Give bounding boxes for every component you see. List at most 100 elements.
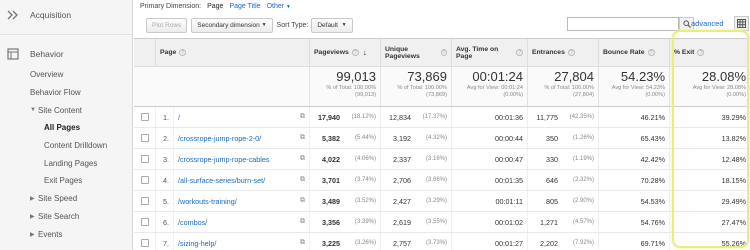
- help-icon[interactable]: ?: [697, 49, 705, 56]
- open-page-icon[interactable]: ⧉: [300, 113, 305, 121]
- help-icon[interactable]: ?: [516, 49, 523, 56]
- behavior-icon: [6, 47, 20, 61]
- table-header: Page? Pageviews? ↓ Unique Pageviews? Avg.…: [134, 38, 750, 67]
- sidebar-item-events[interactable]: ▶ Events: [0, 225, 132, 243]
- sidebar-section-acquisition[interactable]: Acquisition: [0, 4, 132, 26]
- help-icon[interactable]: ?: [440, 49, 447, 56]
- row-number: 6.: [156, 212, 174, 232]
- sidebar-item-exit-pages[interactable]: Exit Pages: [0, 172, 132, 190]
- sidebar-item-all-pages[interactable]: All Pages: [0, 119, 132, 137]
- sidebar-item-label: Content Drilldown: [44, 141, 108, 151]
- total-avg-time: 00:01:24 Avg for View: 00:01:24 (0.00%): [452, 67, 528, 106]
- secondary-dimension-label: Secondary dimension: [197, 21, 260, 29]
- open-page-icon[interactable]: ⧉: [300, 155, 305, 163]
- row-pageviews-pct: (3.52%): [354, 198, 376, 204]
- row-page-cell: /workouts-training/⧉: [174, 191, 310, 211]
- help-icon[interactable]: ?: [647, 49, 655, 56]
- row-page-link[interactable]: /all-surface-series/burn-set/: [178, 176, 300, 185]
- sidebar-item-site-search[interactable]: ▶ Site Search: [0, 208, 132, 226]
- help-icon[interactable]: ?: [567, 49, 575, 56]
- dimension-other-label: Other: [266, 2, 285, 10]
- row-number: 4.: [156, 170, 174, 190]
- open-page-icon[interactable]: ⧉: [300, 134, 305, 142]
- total-entrances: 27,804% of Total: 100.00% (27,804): [528, 67, 599, 106]
- header-unique-pageviews[interactable]: Unique Pageviews?: [381, 39, 452, 66]
- row-entrances: 11,775 (42.35%): [528, 107, 599, 127]
- row-page-link[interactable]: /sizing-help/: [178, 239, 300, 248]
- row-page-cell: /crossrope-jump-rope-cables ⧉: [174, 149, 310, 169]
- total-unique-sub: % of Total: 100.00% (73,869): [397, 85, 447, 98]
- sidebar-item-landing-pages[interactable]: Landing Pages: [0, 154, 132, 172]
- sidebar-item-content-drilldown[interactable]: Content Drilldown: [0, 137, 132, 155]
- sort-arrow-down-icon: ↓: [362, 48, 367, 57]
- sidebar-item-overview[interactable]: Overview: [0, 66, 132, 84]
- advanced-filter-link[interactable]: advanced: [691, 19, 724, 28]
- sort-type-value: Default: [317, 21, 338, 29]
- table-row: 2. /crossrope-jump-rope-2-0/⧉ 5,382 (5.44…: [134, 128, 750, 149]
- header-avg-time[interactable]: Avg. Time on Page?: [452, 39, 528, 66]
- row-pageviews: 3,701 (3.74%): [310, 170, 381, 190]
- row-entrances-pct: (2.90%): [572, 198, 594, 204]
- row-page-link[interactable]: /crossrope-jump-rope-2-0/: [178, 134, 300, 143]
- dimension-other[interactable]: Other ▼: [267, 3, 291, 10]
- header-page[interactable]: Page?: [156, 39, 310, 66]
- row-page-cell: /crossrope-jump-rope-2-0/⧉: [174, 128, 310, 148]
- triangle-down-icon: ▼: [30, 107, 36, 114]
- row-exit: 27.47%: [721, 217, 746, 227]
- header-entrances[interactable]: Entrances?: [528, 39, 599, 66]
- sidebar-behavior-label: Behavior: [30, 49, 64, 59]
- row-checkbox[interactable]: [140, 218, 149, 226]
- row-checkbox[interactable]: [140, 113, 149, 121]
- row-page-cell: /all-surface-series/burn-set/⧉: [174, 170, 310, 190]
- row-avg-time: 00:01:27: [452, 233, 528, 250]
- row-page-link[interactable]: /combos/: [178, 218, 300, 227]
- sort-type-dropdown[interactable]: Default ▼: [311, 17, 353, 33]
- sidebar-item-site-speed[interactable]: ▶ Site Speed: [0, 190, 132, 208]
- open-page-icon[interactable]: ⧉: [300, 239, 305, 247]
- row-page-link[interactable]: /crossrope-jump-rope-cables: [178, 155, 300, 164]
- header-bounce-rate[interactable]: Bounce Rate?: [599, 39, 670, 66]
- table-view-icon[interactable]: [734, 16, 749, 31]
- row-unique-pct: (3.29%): [425, 198, 447, 204]
- table-row: 1. / ⧉ 17,940 (18.12%) 12,834 (17.37%) 00:0…: [134, 107, 750, 128]
- table-row: 4. /all-surface-series/burn-set/⧉ 3,701 (…: [134, 170, 750, 191]
- triangle-right-icon: ▶: [30, 196, 35, 203]
- row-checkbox[interactable]: [140, 134, 149, 142]
- open-page-icon[interactable]: ⧉: [300, 197, 305, 205]
- table-search-input[interactable]: [567, 17, 694, 31]
- total-pageviews-value: 99,013: [336, 69, 376, 84]
- help-icon[interactable]: ?: [179, 49, 187, 56]
- sidebar-section-behavior[interactable]: Behavior: [0, 43, 132, 65]
- row-entrances: 805 (2.90%): [528, 191, 599, 211]
- header-exit[interactable]: % Exit?: [670, 39, 750, 66]
- row-unique-pct: (3.73%): [425, 240, 447, 246]
- row-bounce-rate: 42.42%: [599, 149, 670, 169]
- row-checkbox[interactable]: [140, 176, 149, 184]
- header-select-all: [134, 39, 156, 66]
- row-checkbox[interactable]: [140, 197, 149, 205]
- help-icon[interactable]: ?: [351, 49, 359, 56]
- header-pageviews[interactable]: Pageviews? ↓: [310, 39, 381, 66]
- row-page-link[interactable]: /: [178, 113, 300, 122]
- row-checkbox[interactable]: [140, 155, 149, 163]
- row-entrances-value: 805: [546, 196, 558, 206]
- plot-rows-button[interactable]: Plot Rows: [146, 17, 188, 33]
- header-entrances-label: Entrances: [532, 49, 565, 56]
- sidebar-item-site-content[interactable]: ▼ Site Content: [0, 101, 132, 119]
- table-body: 1. / ⧉ 17,940 (18.12%) 12,834 (17.37%) 00:0…: [134, 107, 750, 250]
- row-bounce-rate: 70.28%: [599, 170, 670, 190]
- sidebar-item-behavior-flow[interactable]: Behavior Flow: [0, 84, 132, 102]
- dimension-page[interactable]: Page: [207, 3, 223, 10]
- row-bounce-rate: 54.53%: [599, 191, 670, 211]
- header-unique-label: Unique Pageviews: [385, 45, 420, 60]
- row-entrances-pct: (1.26%): [572, 135, 594, 141]
- row-page-link[interactable]: /workouts-training/: [178, 197, 300, 206]
- row-pageviews-value: 3,225: [322, 238, 340, 248]
- row-checkbox[interactable]: [140, 239, 149, 247]
- open-page-icon[interactable]: ⧉: [300, 218, 305, 226]
- secondary-dimension-dropdown[interactable]: Secondary dimension ▼: [191, 17, 273, 33]
- dimension-page-title[interactable]: Page Title: [229, 3, 260, 10]
- open-page-icon[interactable]: ⧉: [300, 176, 305, 184]
- row-entrances-pct: (4.57%): [572, 219, 594, 225]
- header-exit-label: % Exit: [674, 49, 695, 56]
